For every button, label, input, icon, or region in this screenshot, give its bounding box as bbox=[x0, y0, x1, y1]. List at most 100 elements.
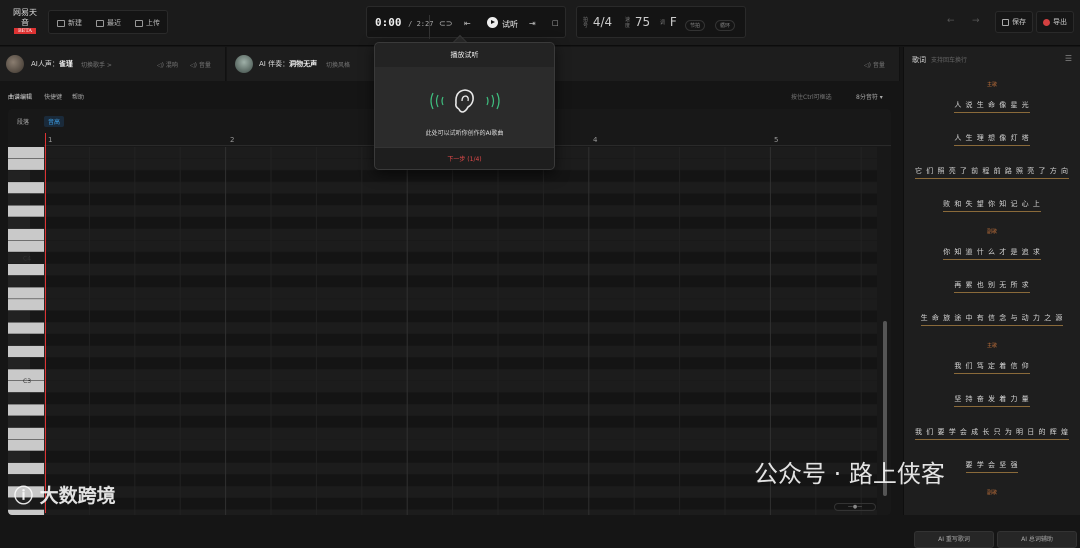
pitch-lane[interactable] bbox=[44, 474, 877, 486]
piano-key[interactable] bbox=[8, 322, 44, 334]
snap-select[interactable]: 8分音符 ▾ bbox=[856, 92, 883, 101]
new-button[interactable]: 新建 bbox=[57, 13, 82, 33]
pitch-lane[interactable] bbox=[44, 287, 877, 299]
undo-icon[interactable]: ← bbox=[947, 16, 955, 26]
piano-key[interactable] bbox=[8, 205, 44, 217]
piano-key[interactable] bbox=[8, 158, 44, 170]
pitch-lane[interactable] bbox=[44, 252, 877, 264]
time-signature[interactable]: 拍号 4/4 bbox=[583, 15, 612, 29]
piano-key[interactable] bbox=[8, 345, 44, 358]
lyric-line[interactable]: 败 和 失 望 你 知 记 心 上 bbox=[904, 199, 1080, 212]
piano-key[interactable] bbox=[8, 264, 44, 276]
piano-key[interactable] bbox=[8, 439, 44, 451]
piano-key[interactable] bbox=[8, 275, 30, 287]
playhead[interactable] bbox=[45, 133, 46, 513]
piano-key[interactable] bbox=[8, 147, 44, 159]
pitch-lane[interactable] bbox=[44, 170, 877, 182]
lyric-line[interactable]: 再 累 也 别 无 所 求 bbox=[904, 280, 1080, 293]
accompaniment-track[interactable]: AI 伴奏：洞物无声 切换风格 ◁) 音量 bbox=[227, 47, 900, 81]
lyric-line[interactable]: 生 命 旅 途 中 有 信 念 与 动 力 之 源 bbox=[904, 313, 1080, 326]
stop-icon[interactable]: □ bbox=[552, 19, 559, 27]
upload-button[interactable]: 上传 bbox=[135, 13, 160, 33]
pitch-lane[interactable] bbox=[44, 193, 877, 205]
piano-key[interactable] bbox=[8, 451, 30, 463]
vocal-track[interactable]: AI人声：雀瑾 切换歌手 > ◁) 混响 ◁) 音量 bbox=[0, 47, 226, 81]
key[interactable]: 调 F bbox=[660, 15, 677, 29]
piano-key[interactable] bbox=[8, 240, 44, 252]
reverb-control[interactable]: ◁) 混响 bbox=[157, 60, 178, 69]
pitch-lane[interactable] bbox=[44, 404, 877, 416]
tab-pitch[interactable]: 音高 bbox=[44, 116, 65, 127]
redo-icon[interactable]: → bbox=[972, 16, 980, 26]
piano-key[interactable] bbox=[8, 170, 30, 182]
lyric-line[interactable]: 你 知 道 什 么 才 是 追 求 bbox=[904, 247, 1080, 260]
tab-score-edit[interactable]: 曲谱编辑 bbox=[8, 92, 32, 101]
piano-key[interactable] bbox=[8, 193, 30, 205]
pitch-lane[interactable] bbox=[44, 427, 877, 439]
tab-sections[interactable]: 段落 bbox=[13, 116, 33, 127]
piano-key[interactable] bbox=[8, 228, 44, 241]
switch-style-link[interactable]: 切换风格 bbox=[326, 60, 350, 69]
ai-rewrite-button[interactable]: AI 重写歌词 bbox=[914, 531, 994, 548]
menu-icon[interactable]: ☰ bbox=[1065, 54, 1072, 63]
recent-button[interactable]: 最近 bbox=[96, 13, 121, 33]
skip-forward-icon[interactable]: ⇥ bbox=[529, 19, 536, 28]
tempo[interactable]: 速度 75 bbox=[625, 15, 650, 29]
piano-key[interactable] bbox=[8, 310, 30, 322]
pitch-lane[interactable] bbox=[44, 240, 877, 252]
pitch-lane[interactable] bbox=[44, 486, 877, 498]
tab-help[interactable]: 帮助 bbox=[72, 92, 84, 101]
pitch-lane[interactable] bbox=[44, 299, 877, 311]
piano-key[interactable] bbox=[8, 392, 30, 404]
lyric-line[interactable]: 人 生 理 想 像 灯 塔 bbox=[904, 133, 1080, 146]
pitch-lane[interactable] bbox=[44, 275, 877, 287]
zoom-slider[interactable]: —●— bbox=[834, 503, 876, 511]
pitch-lane[interactable] bbox=[44, 334, 877, 346]
save-button[interactable]: 保存 bbox=[995, 11, 1033, 33]
pitch-lane[interactable] bbox=[44, 217, 877, 229]
lyric-line[interactable]: 我 们 笃 定 着 信 仰 bbox=[904, 361, 1080, 374]
pitch-lane[interactable] bbox=[44, 509, 877, 515]
note-grid[interactable] bbox=[44, 147, 877, 515]
piano-key[interactable] bbox=[8, 357, 30, 369]
play-button[interactable] bbox=[487, 17, 498, 28]
piano-key[interactable] bbox=[8, 182, 44, 194]
pitch-lane[interactable] bbox=[44, 439, 877, 451]
ai-assist-button[interactable]: AI 总词辅助 bbox=[997, 531, 1077, 548]
pitch-lane[interactable] bbox=[44, 369, 877, 381]
pitch-lane[interactable] bbox=[44, 462, 877, 475]
piano-key[interactable] bbox=[8, 416, 30, 428]
audition-label[interactable]: 试听 bbox=[502, 19, 518, 30]
piano-key[interactable] bbox=[8, 509, 44, 515]
pitch-lane[interactable] bbox=[44, 381, 877, 393]
pitch-lane[interactable] bbox=[44, 205, 877, 217]
lyric-line[interactable]: 我 们 要 学 会 成 长 只 为 明 日 的 辉 煌 bbox=[904, 427, 1080, 440]
skip-back-icon[interactable]: ⇤ bbox=[464, 19, 471, 28]
pitch-lane[interactable] bbox=[44, 228, 877, 241]
pitch-lane[interactable] bbox=[44, 310, 877, 322]
lyric-line[interactable]: 它 们 照 亮 了 前 程 前 路 照 亮 了 方 向 bbox=[904, 166, 1080, 179]
piano-key[interactable] bbox=[8, 217, 30, 229]
volume-control[interactable]: ◁) 音量 bbox=[190, 60, 211, 69]
metronome-toggle[interactable]: 节拍 bbox=[685, 20, 706, 31]
pitch-lane[interactable] bbox=[44, 498, 877, 510]
piano-keyboard[interactable]: C4 C3 bbox=[8, 147, 44, 515]
piano-key[interactable] bbox=[8, 404, 44, 416]
accompaniment-volume[interactable]: ◁) 音量 bbox=[864, 60, 885, 69]
piano-key[interactable] bbox=[8, 287, 44, 299]
loop-icon[interactable]: ⊂⊃ bbox=[439, 19, 452, 28]
pitch-lane[interactable] bbox=[44, 392, 877, 404]
pitch-lane[interactable] bbox=[44, 416, 877, 428]
piano-key[interactable] bbox=[8, 299, 44, 311]
piano-key[interactable] bbox=[8, 462, 44, 475]
pitch-lane[interactable] bbox=[44, 357, 877, 369]
lyric-line[interactable]: 人 说 生 命 像 星 光 bbox=[904, 100, 1080, 113]
piano-key[interactable] bbox=[8, 334, 30, 346]
pitch-lane[interactable] bbox=[44, 322, 877, 334]
app-logo[interactable]: 网易天音 BETA bbox=[10, 8, 40, 38]
pitch-lane[interactable] bbox=[44, 451, 877, 463]
tab-shortcuts[interactable]: 快捷键 bbox=[44, 92, 62, 101]
lyric-line[interactable]: 坚 持 奋 发 着 力 量 bbox=[904, 394, 1080, 407]
pitch-lane[interactable] bbox=[44, 182, 877, 194]
loop-toggle[interactable]: 循环 bbox=[715, 20, 736, 31]
